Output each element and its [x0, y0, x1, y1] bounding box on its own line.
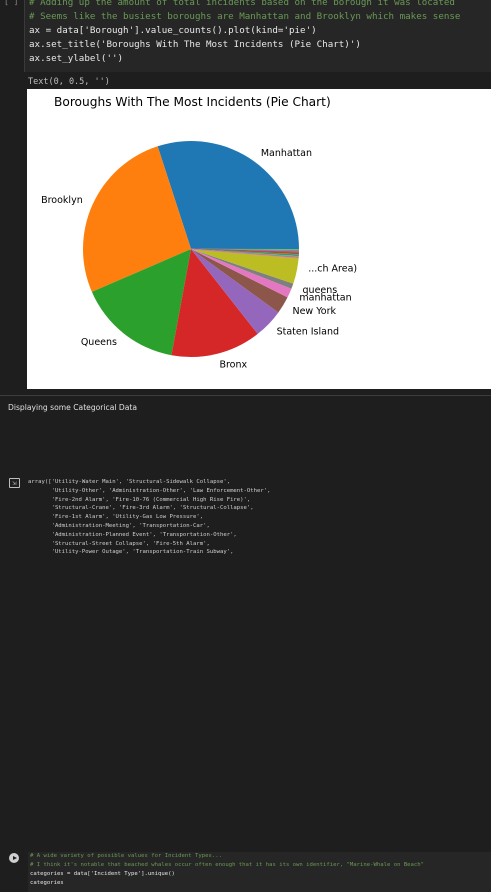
code-cell-categories[interactable]: # A wide variety of possible values for … [0, 423, 491, 471]
code-line: categories = data['Incident Type'].uniqu… [30, 870, 175, 878]
array-output-line: 'Utility-Power Outage', 'Transportation-… [28, 548, 270, 557]
pie-chart: Manhattan Brooklyn Queens Bronx Staten Islan… [27, 89, 491, 389]
array-output-line: 'Administration-Planned Event', 'Transpo… [28, 531, 270, 540]
code-line: # A wide variety of possible values for … [30, 852, 222, 860]
markdown-cell-text: Displaying some Categorical Data [8, 403, 137, 412]
code-line: ax = data['Borough'].value_counts().plot… [29, 24, 317, 37]
code-line: ax.set_ylabel('') [29, 52, 123, 65]
pie-label: Bronx [219, 359, 247, 370]
array-output: array(['Utility-Water Main', 'Structural… [28, 478, 270, 557]
code-line: categories [30, 879, 64, 887]
array-output-line: 'Utility-Other', 'Administration-Other',… [28, 487, 270, 496]
pie-label: Manhattan [261, 148, 312, 159]
array-output-line: 'Fire-1st Alarm', 'Utility-Gas Low Press… [28, 513, 270, 522]
code-editor[interactable]: # A wide variety of possible values for … [28, 852, 491, 892]
array-output-line: 'Fire-2nd Alarm', 'Fire-10-76 (Commercia… [28, 496, 270, 505]
code-cell-pie[interactable]: [ ] # Adding up the amount of total inci… [0, 0, 491, 72]
code-line: # Seems like the busiest boroughs are Ma… [29, 10, 460, 23]
code-editor[interactable]: # Adding up the amount of total incident… [24, 0, 491, 72]
cell-execution-count: [ ] [4, 0, 18, 6]
pie-label: Staten Island [277, 326, 339, 337]
pie-label: queens [303, 285, 338, 296]
code-line: # I think it's notable that beached whal… [30, 861, 424, 869]
pie-label: New York [292, 306, 336, 317]
code-line: # Adding up the amount of total incident… [29, 0, 455, 9]
pie-label: Brooklyn [41, 195, 83, 206]
code-line: ax.set_title('Boroughs With The Most Inc… [29, 38, 361, 51]
array-output-line: array(['Utility-Water Main', 'Structural… [28, 478, 270, 487]
output-toggle-icon[interactable]: ⇲ [9, 478, 20, 488]
pie-label: ...ch Area) [308, 263, 357, 274]
pie-label: Queens [81, 337, 117, 348]
cell-output-text: Text(0, 0.5, '') [28, 77, 110, 87]
array-output-line: 'Structural-Crane', 'Fire-3rd Alarm', 'S… [28, 504, 270, 513]
array-output-line: 'Structural-Street Collapse', 'Fire-5th … [28, 540, 270, 549]
array-output-line: 'Administration-Meeting', 'Transportatio… [28, 522, 270, 531]
cell-divider [0, 395, 491, 396]
run-cell-icon[interactable] [9, 853, 19, 863]
